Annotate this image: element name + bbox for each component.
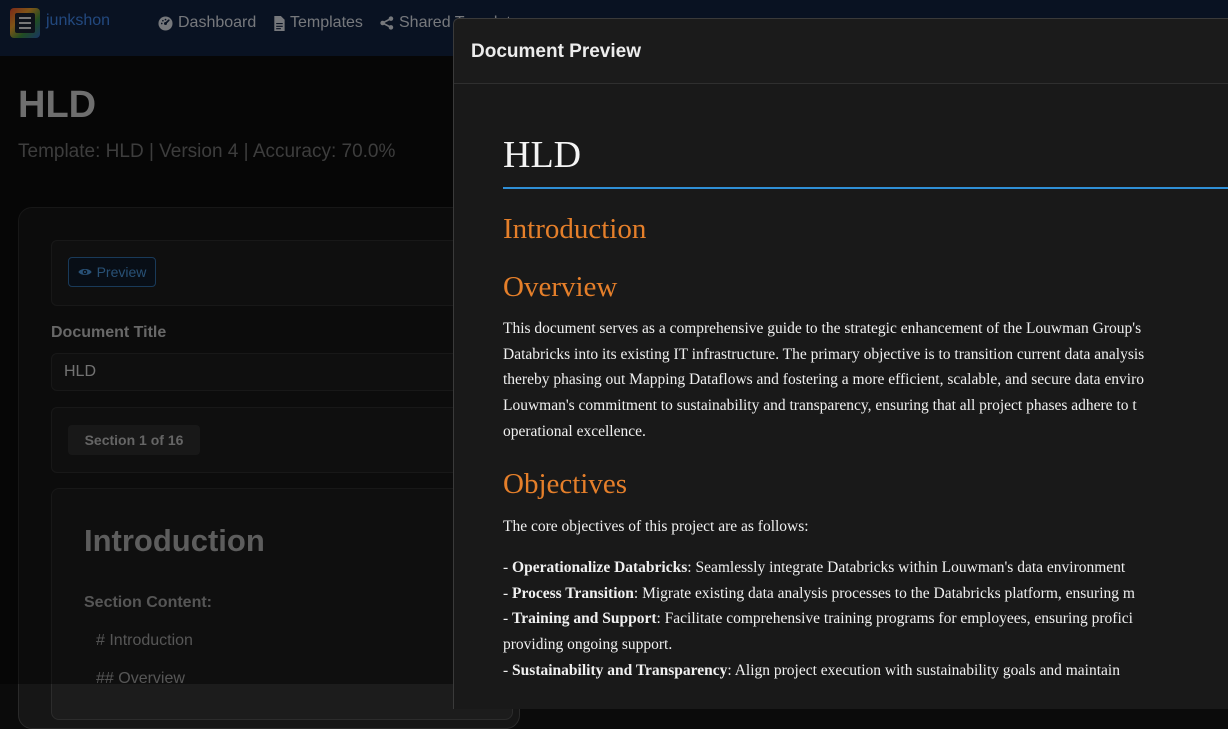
paragraph-line: Louwman's commitment to sustainability a… bbox=[503, 397, 1137, 415]
objectives-list: - Operationalize Databricks: Seamlessly … bbox=[503, 555, 1228, 684]
doc-title: HLD bbox=[503, 134, 582, 176]
paragraph-line: This document serves as a comprehensive … bbox=[503, 320, 1142, 337]
paragraph-line: Databricks into its existing IT infrastr… bbox=[503, 345, 1145, 363]
title-divider bbox=[503, 187, 1228, 189]
list-item: - Training and Support: Facilitate compr… bbox=[503, 610, 1133, 628]
paragraph-line: The core objectives of this project are … bbox=[503, 518, 809, 535]
document-preview-modal: Document Preview HLD Introduction Overvi… bbox=[453, 18, 1228, 709]
objectives-intro: The core objectives of this project are … bbox=[503, 514, 1228, 540]
doc-heading-objectives: Objectives bbox=[503, 468, 628, 500]
list-item: - Process Transition: Migrate existing d… bbox=[503, 584, 1135, 602]
modal-header: Document Preview bbox=[454, 19, 1228, 84]
doc-heading-overview: Overview bbox=[503, 271, 618, 303]
overview-paragraph: This document serves as a comprehensive … bbox=[503, 316, 1228, 445]
list-item: - Sustainability and Transparency: Align… bbox=[503, 661, 1120, 679]
doc-heading-introduction: Introduction bbox=[503, 213, 647, 245]
modal-title: Document Preview bbox=[471, 41, 641, 62]
paragraph-line: thereby phasing out Mapping Dataflows an… bbox=[503, 371, 1145, 389]
list-item: providing ongoing support. bbox=[503, 636, 673, 654]
list-item: - Operationalize Databricks: Seamlessly … bbox=[503, 559, 1126, 576]
paragraph-line: operational excellence. bbox=[503, 422, 646, 440]
